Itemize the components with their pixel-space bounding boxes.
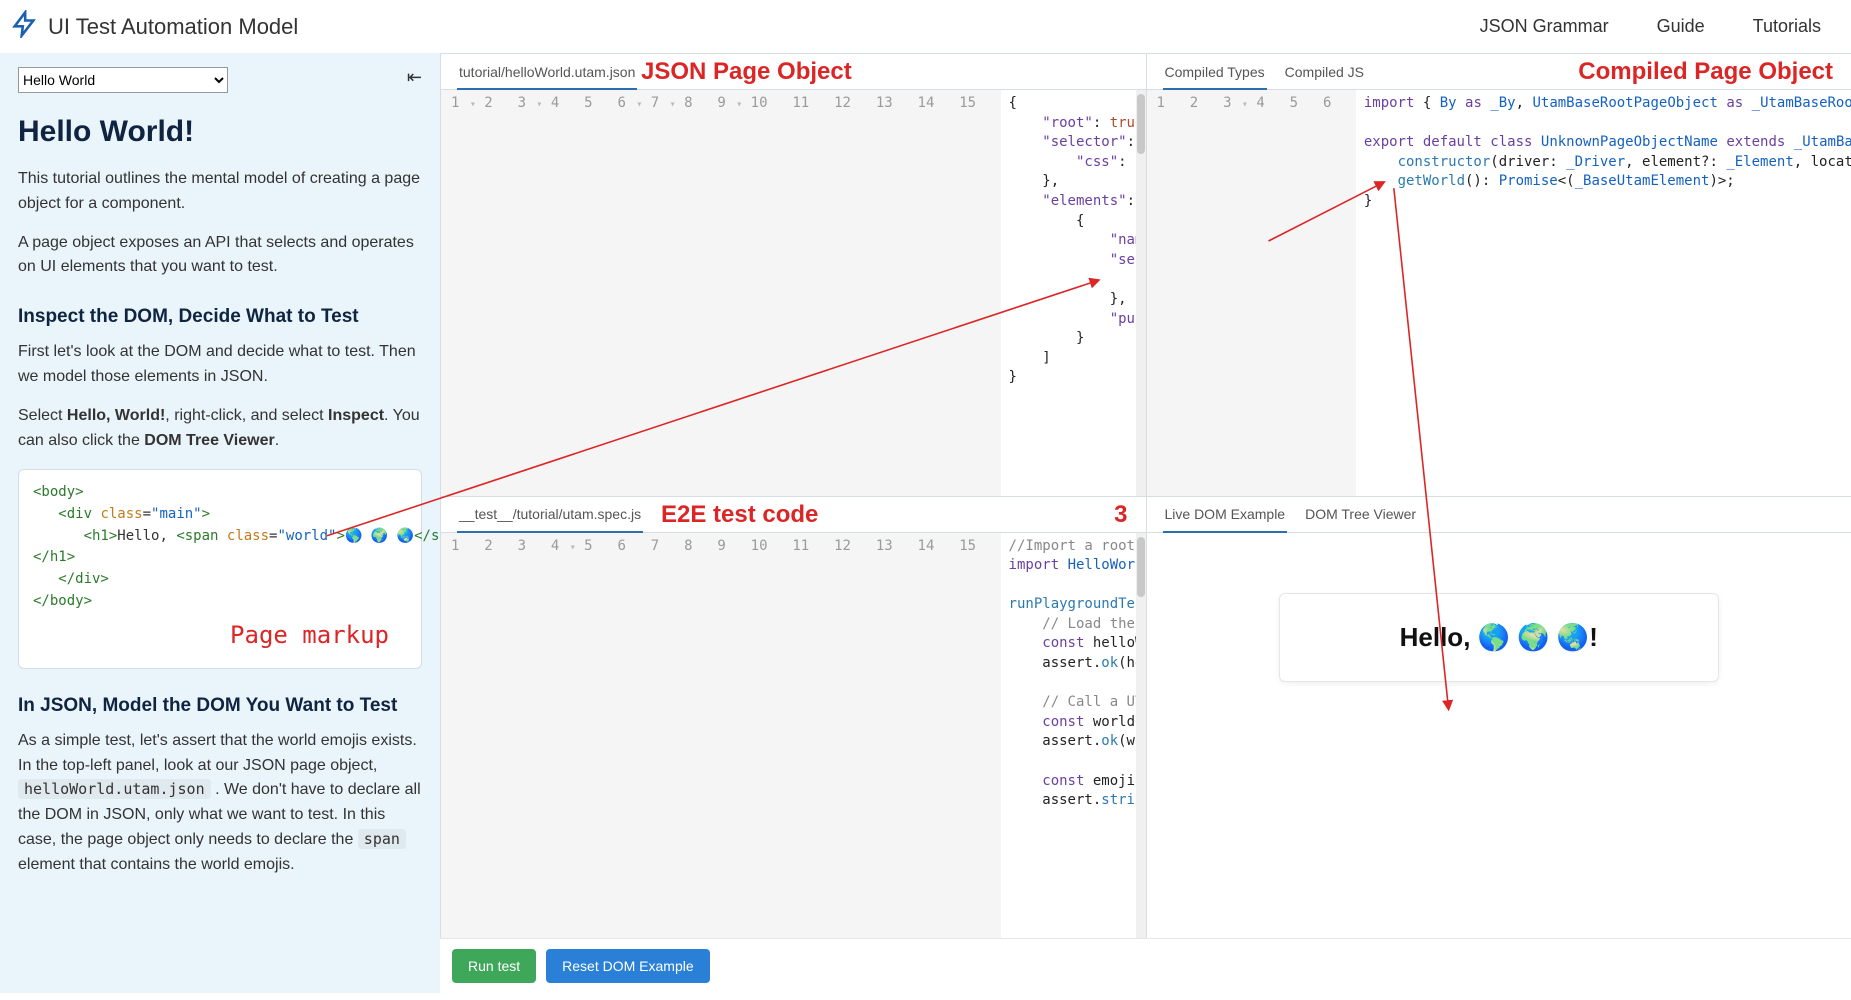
code-compiled[interactable]: import { By as _By, UtamBaseRootPageObje… [1356, 90, 1851, 496]
nav-json-grammar[interactable]: JSON Grammar [1480, 16, 1609, 37]
panel-test-code: __test__/tutorial/utam.spec.js E2E test … [440, 496, 1146, 939]
nav-guide[interactable]: Guide [1657, 16, 1705, 37]
scrollbar[interactable] [1136, 533, 1146, 939]
app-title: UI Test Automation Model [48, 14, 298, 40]
gutter: 1 ▾ 2 3 ▾ 4 5 6 ▾ 7 ▾ 8 9 ▾ 10 11 12 13 … [441, 90, 1001, 496]
sidebar-p5: As a simple test, let's assert that the … [18, 729, 422, 878]
sidebar-p1: This tutorial outlines the mental model … [18, 167, 422, 217]
nav-tutorials[interactable]: Tutorials [1753, 16, 1821, 37]
tab-test-file[interactable]: __test__/tutorial/utam.spec.js [449, 497, 651, 532]
annot-number-3: 3 [1114, 501, 1127, 529]
dom-example-card: Hello, 🌎 🌍 🌏! [1279, 593, 1719, 682]
code-test[interactable]: //Import a root page object import Hello… [1001, 533, 1136, 939]
sidebar-p2: A page object exposes an API that select… [18, 231, 422, 281]
buttons-row: Run test Reset DOM Example [440, 938, 1851, 993]
tutorial-select[interactable]: Hello World [18, 67, 228, 93]
sidebar-h1: Hello World! [18, 115, 422, 149]
panel-dom: Live DOM Example DOM Tree Viewer Hello, … [1146, 496, 1851, 939]
tab-compiled-types[interactable]: Compiled Types [1155, 54, 1275, 89]
gutter: 1 2 3 ▾ 4 5 6 [1147, 90, 1356, 496]
tab-live-dom[interactable]: Live DOM Example [1155, 497, 1296, 532]
panel-json-page-object: tutorial/helloWorld.utam.json JSON Page … [440, 53, 1146, 496]
panel-compiled: Compiled Types Compiled JS Compiled Page… [1146, 53, 1851, 496]
sidebar: Hello World ⇤ Hello World! This tutorial… [0, 53, 440, 993]
content-grid: tutorial/helloWorld.utam.json JSON Page … [440, 53, 1851, 993]
tab-compiled-js[interactable]: Compiled JS [1275, 54, 1374, 89]
collapse-sidebar-icon[interactable]: ⇤ [407, 67, 422, 88]
scrollbar[interactable] [1136, 90, 1146, 496]
tab-dom-tree-viewer[interactable]: DOM Tree Viewer [1295, 497, 1426, 532]
sidebar-p3: First let's look at the DOM and decide w… [18, 340, 422, 390]
reset-dom-button[interactable]: Reset DOM Example [546, 949, 709, 983]
annot-json-page-object: JSON Page Object [641, 58, 852, 86]
run-test-button[interactable]: Run test [452, 949, 536, 983]
page-markup-box: <body> <div class="main"> <h1>Hello, <sp… [18, 469, 422, 669]
top-nav: JSON Grammar Guide Tutorials [1480, 16, 1821, 37]
annot-e2e: E2E test code [661, 501, 818, 529]
sidebar-h2b: In JSON, Model the DOM You Want to Test [18, 695, 422, 717]
gutter: 1 2 3 4 ▾ 5 6 7 8 9 10 11 12 13 14 15 [441, 533, 1001, 939]
annot-compiled: Compiled Page Object [1578, 58, 1833, 86]
sidebar-h2a: Inspect the DOM, Decide What to Test [18, 306, 422, 328]
lightning-icon [10, 10, 38, 43]
code-json[interactable]: { "root": true, "selector": { "css": "bo… [1001, 90, 1136, 496]
tab-json-file[interactable]: tutorial/helloWorld.utam.json [449, 54, 645, 89]
sidebar-p4: Select Hello, World!, right-click, and s… [18, 404, 422, 454]
page-markup-label: Page markup [230, 617, 389, 654]
brand: UI Test Automation Model [10, 10, 298, 43]
